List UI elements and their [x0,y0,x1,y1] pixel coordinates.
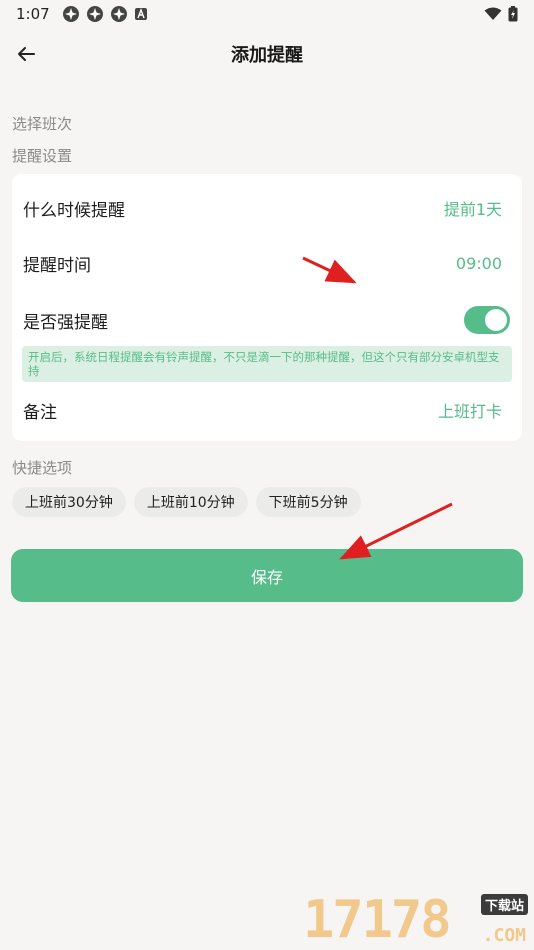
when-to-remind-label: 什么时候提醒 [23,200,125,221]
strong-reminder-row: 是否强提醒 [12,296,522,344]
quick-chip-10min-before-work[interactable]: 上班前10分钟 [133,487,248,517]
when-to-remind-value: 提前1天 [443,200,502,219]
font-notification-icon [134,8,147,20]
strong-reminder-label: 是否强提醒 [23,312,108,333]
battery-icon [508,6,518,22]
back-arrow-icon [18,47,35,61]
note-label: 备注 [23,402,57,423]
notification-icons [62,5,148,23]
status-bar: 1:07 [0,0,534,28]
reminder-time-label: 提醒时间 [23,255,91,276]
wifi-icon [484,7,502,20]
system-icons [484,6,518,22]
quick-options-chips: 上班前30分钟 上班前10分钟 下班前5分钟 [12,487,361,517]
quick-chip-30min-before-work[interactable]: 上班前30分钟 [12,487,126,517]
reminder-time-row[interactable]: 提醒时间 09:00 [12,239,522,287]
app-notification-icon [86,6,103,22]
reminder-time-value: 09:00 [455,253,502,273]
quick-options-label: 快捷选项 [12,459,73,477]
page-title: 添加提醒 [231,45,303,66]
watermark-digits: 17178 [303,890,452,950]
annotation-arrows [302,256,453,560]
save-button[interactable]: 保存 [11,549,523,602]
when-to-remind-row[interactable]: 什么时候提醒 提前1天 [12,184,522,232]
app-notification-icon [110,6,127,22]
site-watermark: 17178 下载站 .COM [303,892,528,948]
quick-chip-5min-before-off[interactable]: 下班前5分钟 [255,487,361,517]
choose-shift-label[interactable]: 选择班次 [12,113,72,134]
app-notification-icon [62,6,79,22]
watermark-site: 下载站 [480,894,528,915]
back-button[interactable] [8,36,44,72]
status-time: 1:07 [16,5,50,23]
app-bar: 添加提醒 [0,28,534,80]
toggle-knob [485,309,507,331]
note-row[interactable]: 备注 上班打卡 [12,386,522,434]
strong-reminder-hint: 开启后，系统日程提醒会有铃声提醒，不只是滴一下的那种提醒，但这个只有部分安卓机型… [22,346,512,382]
watermark-suffix: .COM [482,925,526,946]
strong-reminder-toggle[interactable] [464,306,510,334]
reminder-settings-label: 提醒设置 [12,147,73,165]
note-value: 上班打卡 [437,402,502,421]
reminder-settings-card: 什么时候提醒 提前1天 提醒时间 09:00 是否强提醒 开启后，系统日程提醒会… [12,174,522,441]
